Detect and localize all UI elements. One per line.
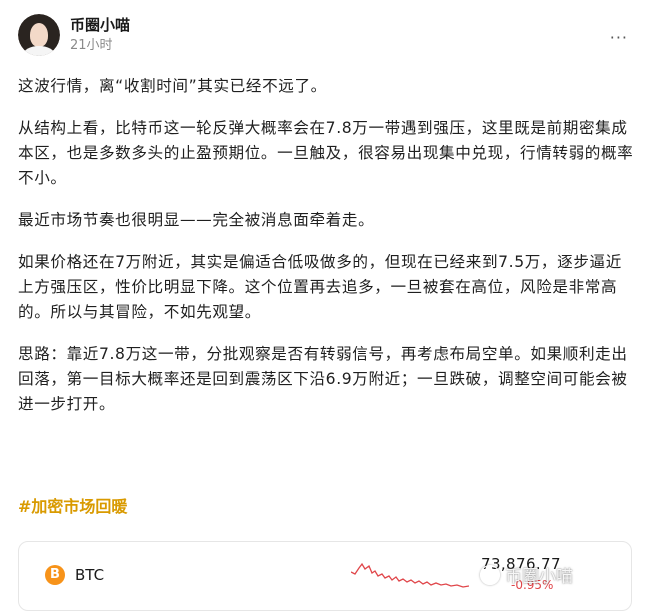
- more-options-icon[interactable]: ···: [610, 28, 628, 47]
- post-paragraph: 这波行情，离“收割时间”其实已经不远了。: [18, 77, 327, 95]
- author-meta: 币圈小喵 21小时: [70, 15, 130, 55]
- hashtag-link[interactable]: #加密市场回暖: [18, 493, 127, 517]
- price-sparkline: [351, 562, 469, 588]
- author-name[interactable]: 币圈小喵: [70, 15, 130, 35]
- watermark-logo-icon: [480, 564, 500, 585]
- post-header: 币圈小喵 21小时: [18, 14, 130, 56]
- watermark: 币圈小喵: [480, 562, 573, 587]
- post-paragraph: 最近市场节奏也很明显——完全被消息面牵着走。: [18, 211, 375, 229]
- post-content: 这波行情，离“收割时间”其实已经不远了。 从结构上看，比特币这一轮反弹大概率会在…: [18, 74, 636, 434]
- post-paragraph: 思路：靠近7.8万这一带，分批观察是否有转弱信号，再考虑布局空单。如果顺利走出回…: [18, 345, 628, 413]
- post-time: 21小时: [70, 38, 113, 53]
- avatar[interactable]: [18, 14, 60, 56]
- post-paragraph: 从结构上看，比特币这一轮反弹大概率会在7.8万一带遇到强压，这里既是前期密集成本…: [18, 119, 634, 187]
- post-paragraph: 如果价格还在7万附近，其实是偏适合低吸做多的，但现在已经来到7.5万，逐步逼近上…: [18, 253, 622, 321]
- watermark-text: 币圈小喵: [505, 567, 573, 587]
- ticker-symbol: BTC: [75, 566, 105, 584]
- bitcoin-icon: B: [45, 565, 65, 585]
